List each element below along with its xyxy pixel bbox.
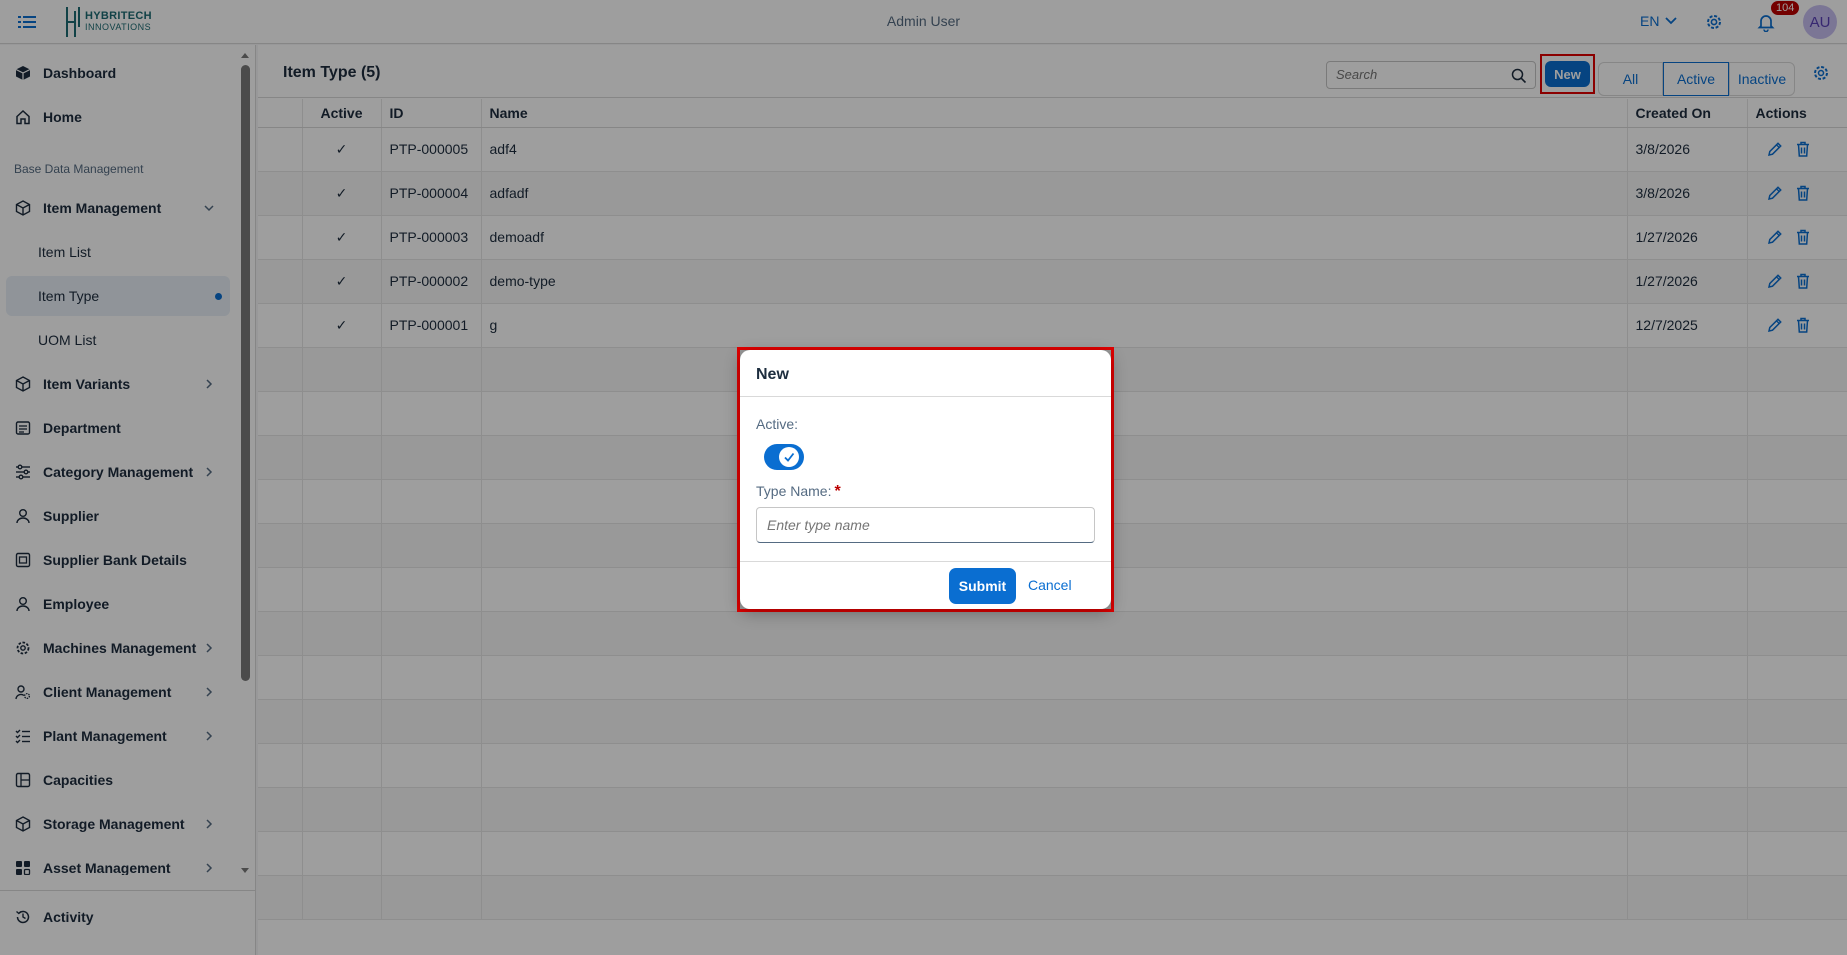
checkmark-icon [784, 452, 795, 462]
submit-button[interactable]: Submit [949, 568, 1016, 604]
type-name-input[interactable] [767, 517, 1077, 533]
type-name-field[interactable] [756, 507, 1095, 543]
active-label: Active: [756, 416, 799, 432]
dialog-title: New [756, 366, 789, 383]
active-switch[interactable] [764, 444, 804, 470]
type-name-label: Type Name: * [756, 483, 841, 500]
cancel-button[interactable]: Cancel [1028, 577, 1072, 593]
required-indicator: * [834, 483, 841, 500]
dialog-footer-divider [740, 561, 1111, 562]
dialog-header-divider [740, 396, 1111, 397]
switch-knob [779, 447, 799, 467]
new-item-type-dialog: New Active: Type Name:* Submit Cancel [740, 350, 1111, 609]
